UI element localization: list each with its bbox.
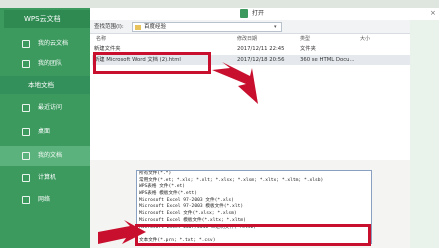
arrow-icon <box>212 62 258 104</box>
annotation-arrows <box>98 62 258 244</box>
arrow-icon <box>98 220 146 244</box>
